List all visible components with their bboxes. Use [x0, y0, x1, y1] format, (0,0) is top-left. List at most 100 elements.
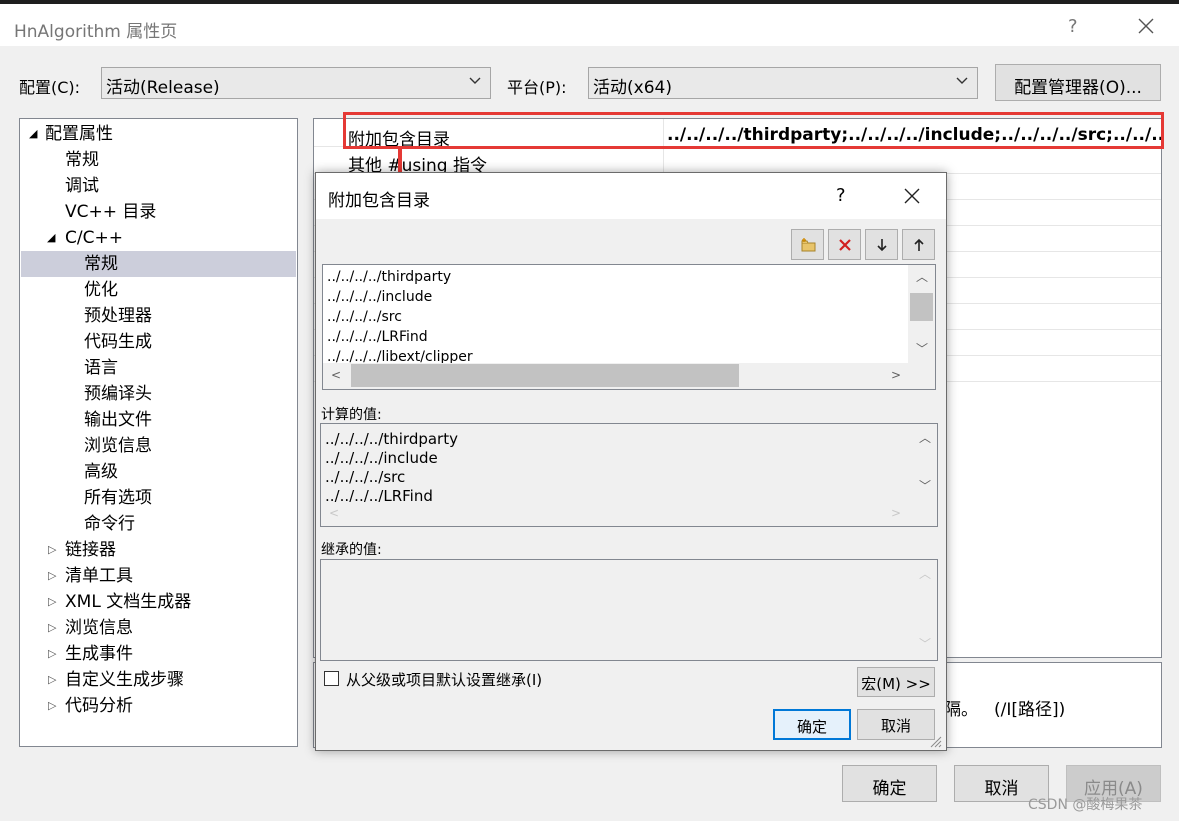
evaluated-values-label: 计算的值: [321, 407, 382, 423]
ok-button[interactable]: 确定 [842, 765, 937, 802]
list-item[interactable]: ../../../../src [327, 307, 402, 327]
tree-item-advanced[interactable]: 高级 [84, 459, 118, 485]
scrollbar-thumb[interactable] [910, 293, 933, 321]
vertical-scrollbar: ︿ ﹀ [912, 560, 937, 660]
scroll-down-icon: ﹀ [919, 637, 932, 651]
list-item: ../../../../src [325, 468, 406, 486]
scroll-right-icon[interactable]: > [891, 369, 901, 381]
collapse-triangle-icon[interactable]: ▷ [48, 621, 56, 634]
chevron-down-icon [956, 77, 968, 84]
move-up-button[interactable] [902, 229, 935, 260]
chevron-down-icon [469, 77, 481, 84]
delete-line-button[interactable] [828, 229, 861, 260]
collapse-triangle-icon[interactable]: ▷ [48, 673, 56, 686]
property-tree[interactable]: ◢ 配置属性 常规 调试 VC++ 目录 ◢ C/C++ 常规 优化 预处理器 … [19, 118, 298, 747]
tree-item-optimization[interactable]: 优化 [84, 277, 118, 303]
config-manager-button[interactable]: 配置管理器(O)... [995, 64, 1161, 101]
collapse-triangle-icon[interactable]: ▷ [48, 595, 56, 608]
collapse-triangle-icon[interactable]: ▷ [48, 699, 56, 712]
tree-root-config-properties[interactable]: 配置属性 [45, 121, 113, 147]
tree-group-xml-doc-generator[interactable]: XML 文档生成器 [65, 589, 191, 615]
arrow-up-icon [914, 238, 924, 251]
inherited-values-list: ︿ ﹀ [320, 559, 938, 661]
annotation-highlight-box [343, 112, 1164, 149]
scroll-up-icon[interactable]: ︿ [919, 432, 931, 444]
collapse-triangle-icon[interactable]: ▷ [48, 543, 56, 556]
tree-item-browse-info[interactable]: 浏览信息 [84, 433, 152, 459]
dialog-title-bar: 附加包含目录 ? [316, 173, 946, 219]
platform-label: 平台(P): [507, 78, 567, 97]
tree-group-build-events[interactable]: 生成事件 [65, 641, 133, 667]
scroll-left-icon: < [329, 506, 340, 520]
dialog-help-button[interactable]: ? [836, 185, 846, 206]
horizontal-scrollbar[interactable]: < > [323, 363, 935, 389]
watermark: CSDN @酸梅果茶 [1028, 797, 1143, 813]
window-title-bar: HnAlgorithm 属性页 ? [0, 4, 1179, 46]
inherit-checkbox-label[interactable]: 从父级或项目默认设置继承(I) [346, 669, 542, 690]
tree-item-precompiled-headers[interactable]: 预编译头 [84, 381, 152, 407]
horizontal-scrollbar: < > [321, 502, 937, 526]
include-dirs-dialog: 附加包含目录 ? ../../../../thirdparty ../../..… [315, 172, 947, 751]
scroll-right-icon: > [891, 506, 902, 520]
new-folder-icon [801, 238, 816, 252]
tree-item-debugging[interactable]: 调试 [65, 173, 99, 199]
inherited-values-label: 继承的值: [321, 542, 382, 558]
list-item: ../../../../thirdparty [325, 430, 458, 448]
tree-item-vc-directories[interactable]: VC++ 目录 [65, 199, 156, 225]
close-icon [904, 188, 920, 204]
scrollbar-thumb[interactable] [351, 364, 739, 387]
macros-button[interactable]: 宏(M) >> [857, 667, 935, 697]
platform-dropdown[interactable]: 活动(x64) [588, 67, 978, 99]
tree-group-browse-info[interactable]: 浏览信息 [65, 615, 133, 641]
expand-triangle-icon[interactable]: ◢ [47, 231, 55, 244]
dialog-close-button[interactable] [899, 183, 925, 209]
evaluated-values-list: ../../../../thirdparty ../../../../inclu… [320, 423, 938, 527]
platform-dropdown-value: 活动(x64) [593, 78, 672, 98]
close-button[interactable] [1132, 12, 1160, 40]
vertical-scrollbar[interactable]: ︿ ﹀ [912, 424, 937, 502]
resize-grip-icon[interactable] [928, 734, 942, 748]
scroll-up-icon: ︿ [919, 567, 932, 581]
inherit-checkbox[interactable] [324, 671, 339, 686]
tree-item-command-line[interactable]: 命令行 [84, 511, 135, 537]
config-dropdown-value: 活动(Release) [106, 78, 220, 98]
help-button[interactable]: ? [1068, 16, 1078, 37]
new-line-button[interactable] [791, 229, 824, 260]
scroll-down-icon[interactable]: ﹀ [916, 343, 928, 355]
scroll-up-icon[interactable]: ︿ [916, 271, 928, 283]
tree-group-code-analysis[interactable]: 代码分析 [65, 693, 133, 719]
config-dropdown[interactable]: 活动(Release) [101, 67, 491, 99]
tree-item-general[interactable]: 常规 [65, 147, 99, 173]
vertical-scrollbar[interactable]: ︿ ﹀ [908, 265, 935, 363]
list-item[interactable]: ../../../../thirdparty [327, 267, 451, 287]
tree-group-custom-build-step[interactable]: 自定义生成步骤 [65, 667, 184, 693]
list-item[interactable]: ../../../../LRFind [327, 327, 428, 347]
scroll-down-icon[interactable]: ﹀ [919, 480, 931, 492]
description-switch: (/I[路径]) [994, 700, 1066, 720]
window-title: HnAlgorithm 属性页 [14, 22, 178, 42]
dialog-ok-button[interactable]: 确定 [773, 709, 851, 740]
arrow-down-icon [877, 239, 887, 252]
dialog-title: 附加包含目录 [328, 191, 430, 211]
tree-item-code-generation[interactable]: 代码生成 [84, 329, 152, 355]
list-item: ../../../../include [325, 449, 438, 467]
config-label: 配置(C): [19, 78, 81, 97]
tree-group-manifest-tool[interactable]: 清单工具 [65, 563, 133, 589]
list-item[interactable]: ../../../../include [327, 287, 432, 307]
tree-group-cpp[interactable]: C/C++ [65, 225, 123, 251]
tree-item-all-options[interactable]: 所有选项 [84, 485, 152, 511]
tree-item-cpp-general[interactable]: 常规 [21, 251, 296, 277]
include-dirs-edit-list[interactable]: ../../../../thirdparty ../../../../inclu… [322, 264, 936, 390]
scroll-left-icon[interactable]: < [331, 369, 341, 381]
move-down-button[interactable] [865, 229, 898, 260]
collapse-triangle-icon[interactable]: ▷ [48, 569, 56, 582]
expand-triangle-icon[interactable]: ◢ [29, 127, 37, 140]
delete-x-icon [839, 239, 851, 251]
tree-item-output-files[interactable]: 输出文件 [84, 407, 152, 433]
description-text-tail: 隔。 [944, 700, 978, 720]
tree-item-language[interactable]: 语言 [84, 355, 118, 381]
collapse-triangle-icon[interactable]: ▷ [48, 647, 56, 660]
dialog-cancel-button[interactable]: 取消 [857, 709, 935, 740]
tree-item-preprocessor[interactable]: 预处理器 [84, 303, 152, 329]
tree-group-linker[interactable]: 链接器 [65, 537, 116, 563]
